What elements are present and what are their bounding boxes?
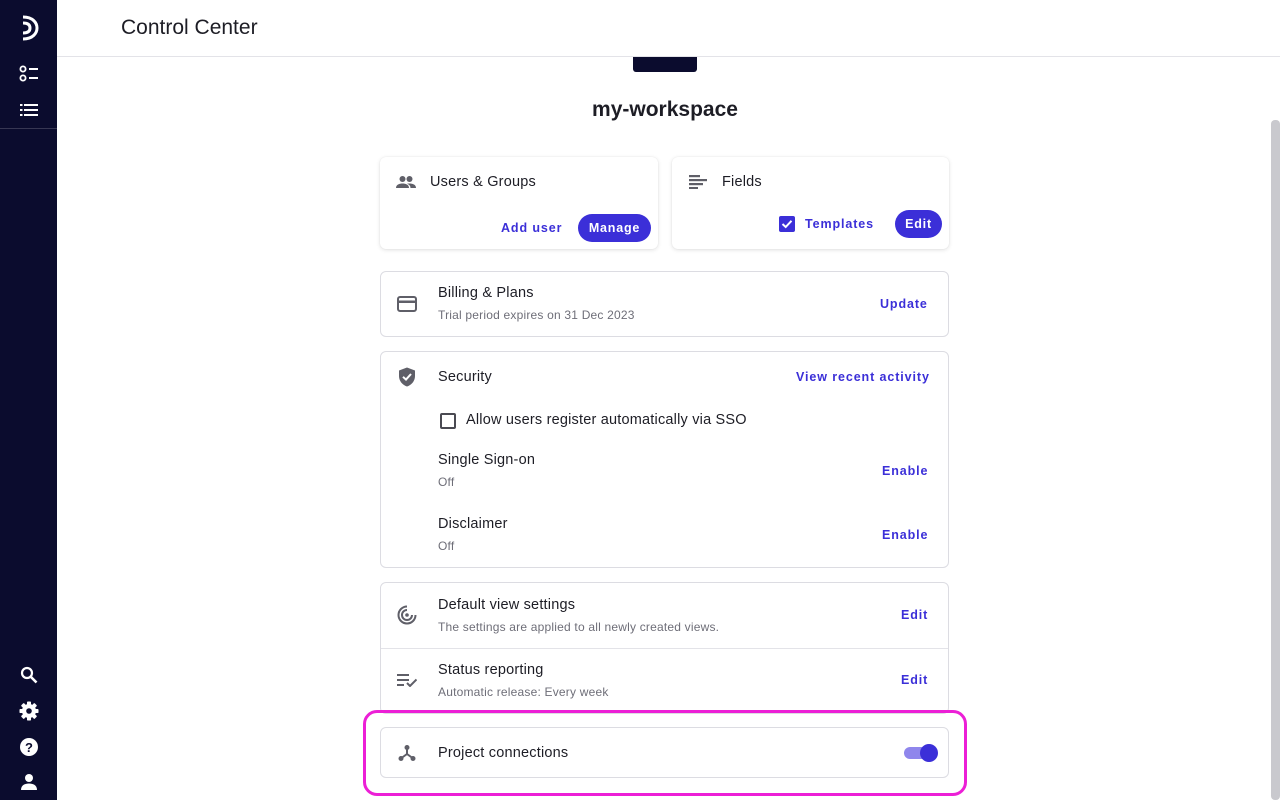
- billing-update-button[interactable]: Update: [880, 297, 928, 311]
- top-bar: Control Center: [57, 0, 1280, 57]
- fields-card: Fields Templates Edit: [672, 157, 949, 249]
- default-view-settings-edit-button[interactable]: Edit: [901, 608, 928, 622]
- people-icon: [395, 173, 417, 191]
- views-card: Default view settings The settings are a…: [380, 582, 949, 714]
- fields-edit-button[interactable]: Edit: [895, 210, 942, 238]
- sso-register-label[interactable]: Allow users register automatically via S…: [466, 412, 747, 428]
- disclaimer-title: Disclaimer: [438, 516, 508, 532]
- page-title: Control Center: [121, 16, 258, 39]
- credit-card-icon: [396, 294, 418, 314]
- highlight-box: [363, 710, 967, 796]
- status-reporting-title: Status reporting: [438, 662, 544, 678]
- disclaimer-status: Off: [438, 539, 455, 553]
- help-icon[interactable]: ?: [0, 729, 57, 765]
- security-card: Security View recent activity Allow user…: [380, 351, 949, 568]
- billing-subtitle: Trial period expires on 31 Dec 2023: [438, 308, 635, 322]
- users-groups-title: Users & Groups: [430, 174, 536, 190]
- status-check-icon: [396, 670, 418, 690]
- checkmark-icon: [781, 220, 793, 229]
- workspace-logo: [633, 57, 697, 72]
- view-recent-activity-button[interactable]: View recent activity: [796, 370, 930, 384]
- gear-icon[interactable]: [0, 693, 57, 729]
- users-groups-card: Users & Groups Add user Manage: [380, 157, 658, 249]
- billing-title: Billing & Plans: [438, 285, 534, 301]
- checklist-icon[interactable]: [0, 56, 57, 92]
- billing-card: Billing & Plans Trial period expires on …: [380, 271, 949, 337]
- manage-button[interactable]: Manage: [578, 214, 651, 242]
- status-reporting-subtitle: Automatic release: Every week: [438, 685, 609, 699]
- disclaimer-enable-button[interactable]: Enable: [882, 528, 928, 542]
- default-view-settings-title: Default view settings: [438, 597, 576, 613]
- add-user-button[interactable]: Add user: [501, 221, 562, 235]
- logo-icon[interactable]: [0, 10, 57, 46]
- default-view-settings-subtitle: The settings are applied to all newly cr…: [438, 620, 720, 634]
- sso-register-checkbox[interactable]: [440, 413, 456, 429]
- templates-checkbox[interactable]: [779, 216, 795, 232]
- sidebar-divider: [0, 128, 57, 129]
- search-icon[interactable]: [0, 657, 57, 693]
- scrollbar[interactable]: [1271, 120, 1280, 800]
- user-icon[interactable]: [0, 764, 57, 800]
- status-reporting-edit-button[interactable]: Edit: [901, 673, 928, 687]
- fields-title: Fields: [722, 174, 762, 190]
- single-sign-on-enable-button[interactable]: Enable: [882, 464, 928, 478]
- svg-text:?: ?: [25, 740, 33, 755]
- workspace-name: my-workspace: [592, 98, 738, 121]
- templates-label[interactable]: Templates: [805, 217, 874, 231]
- views-divider: [381, 648, 948, 649]
- single-sign-on-status: Off: [438, 475, 455, 489]
- single-sign-on-title: Single Sign-on: [438, 452, 536, 468]
- radar-icon: [396, 604, 418, 626]
- security-title: Security: [438, 369, 492, 385]
- fields-icon: [687, 173, 709, 191]
- shield-icon: [396, 366, 418, 388]
